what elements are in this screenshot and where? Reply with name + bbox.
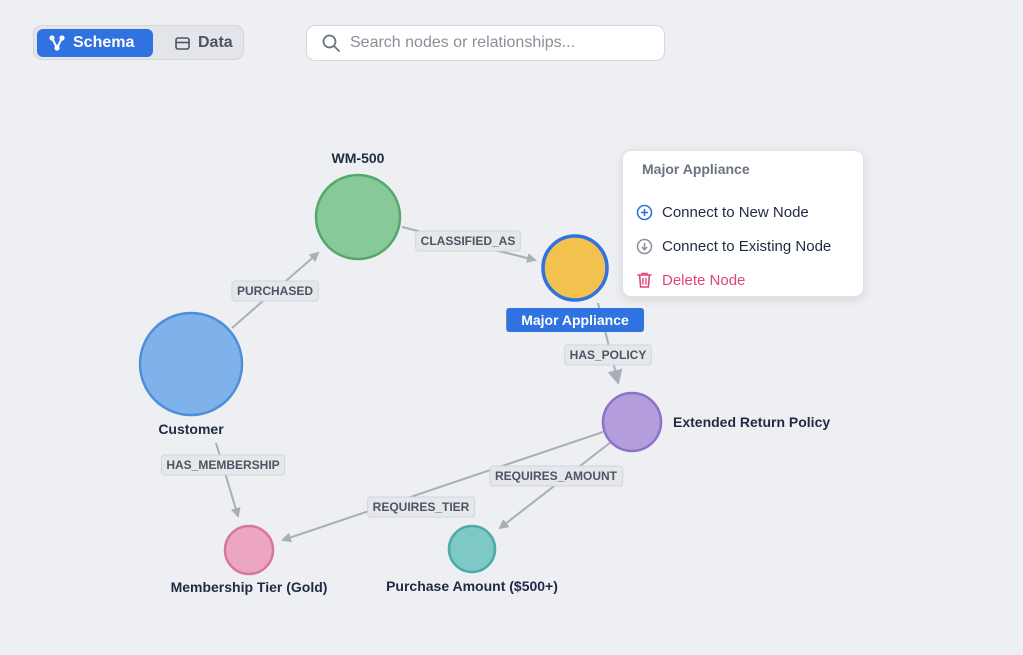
delete-node-item[interactable]: Delete Node: [636, 268, 858, 292]
node-customer[interactable]: [138, 311, 244, 417]
edge-label[interactable]: HAS_POLICY: [564, 344, 652, 366]
node-label-tier: Membership Tier (Gold): [171, 579, 328, 595]
node-label-major: Major Appliance: [521, 312, 629, 328]
edge-label-text: HAS_MEMBERSHIP: [166, 458, 279, 472]
connect-new-node-item[interactable]: Connect to New Node: [636, 200, 858, 224]
selected-node-label[interactable]: Major Appliance: [506, 308, 645, 332]
node-amount[interactable]: [447, 524, 497, 574]
edge-label-text: REQUIRES_TIER: [373, 500, 470, 514]
edge-label-text: CLASSIFIED_AS: [421, 234, 516, 248]
node-context-menu: Major Appliance Connect to New Node Conn…: [622, 150, 864, 297]
node-major[interactable]: [541, 234, 609, 302]
edge-label[interactable]: REQUIRES_TIER: [367, 496, 476, 518]
node-wm500[interactable]: [314, 173, 402, 261]
connect-existing-node-label: Connect to Existing Node: [662, 237, 832, 255]
edge-label[interactable]: HAS_MEMBERSHIP: [160, 454, 286, 476]
edge-label[interactable]: PURCHASED: [231, 280, 319, 302]
node-label-policy: Extended Return Policy: [673, 414, 830, 430]
node-label-amount: Purchase Amount ($500+): [386, 578, 558, 594]
schema-graph[interactable]: Customer WM-500 Major Appliance Extended Re…: [0, 0, 1023, 655]
delete-node-label: Delete Node: [662, 271, 746, 289]
arrow-down-circle-icon: [636, 238, 653, 254]
edge-label-text: HAS_POLICY: [570, 348, 647, 362]
edge-label[interactable]: CLASSIFIED_AS: [415, 230, 521, 252]
plus-circle-icon: [636, 204, 653, 220]
edge-customer-tier[interactable]: [215, 442, 241, 518]
node-label-wm500: WM-500: [332, 150, 385, 166]
context-menu-title: Major Appliance: [642, 161, 750, 177]
edge-label[interactable]: REQUIRES_AMOUNT: [489, 465, 624, 487]
edge-label-text: PURCHASED: [237, 284, 313, 298]
trash-icon: [637, 272, 652, 288]
node-label-customer: Customer: [158, 421, 224, 437]
node-policy[interactable]: [601, 391, 663, 453]
edge-label-text: REQUIRES_AMOUNT: [495, 469, 618, 483]
node-tier[interactable]: [223, 524, 275, 576]
connect-existing-node-item[interactable]: Connect to Existing Node: [636, 234, 858, 258]
connect-new-node-label: Connect to New Node: [662, 203, 809, 221]
